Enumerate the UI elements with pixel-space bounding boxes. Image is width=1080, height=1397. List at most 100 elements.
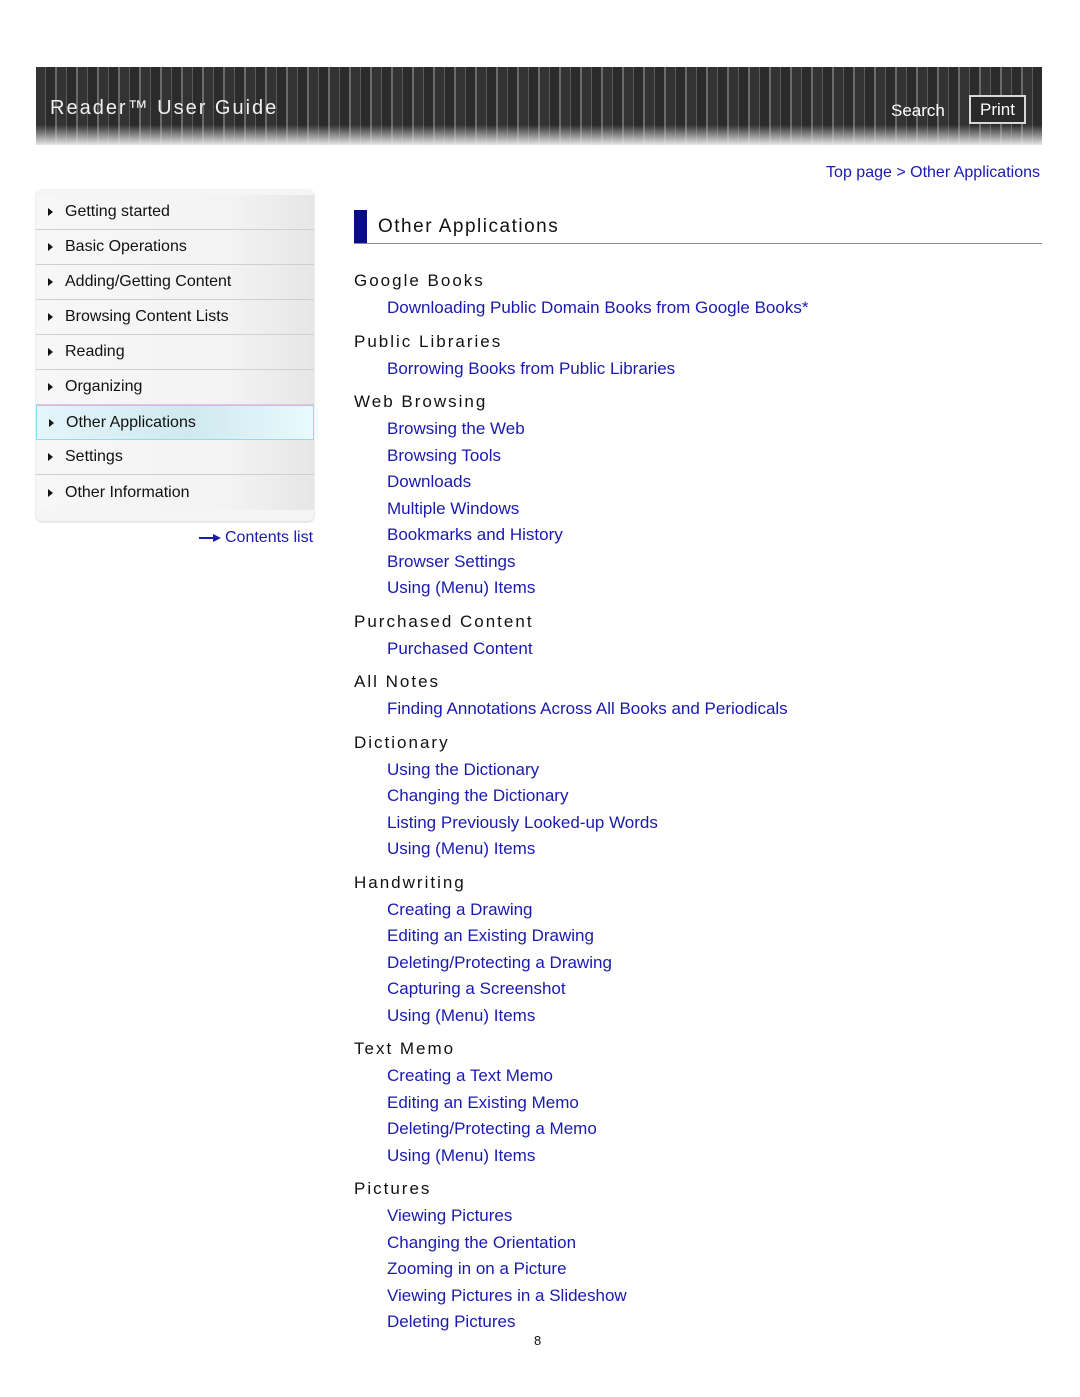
- triangle-right-icon: [48, 243, 53, 251]
- section-purchased-content: Purchased Content Purchased Content: [354, 610, 1042, 663]
- page-number: 8: [534, 1333, 542, 1348]
- triangle-right-icon: [48, 383, 53, 391]
- section-list: Google Books Downloading Public Domain Bo…: [354, 269, 1042, 1336]
- section-links: Borrowing Books from Public Libraries: [387, 356, 1042, 383]
- section-links: Creating a Text Memo Editing an Existing …: [387, 1063, 1042, 1169]
- topic-link[interactable]: Downloads: [387, 469, 1042, 496]
- section-links: Downloading Public Domain Books from Goo…: [387, 295, 1042, 322]
- contents-list-label: Contents list: [225, 529, 314, 546]
- topic-link[interactable]: Using (Menu) Items: [387, 575, 1042, 602]
- topic-link[interactable]: Listing Previously Looked-up Words: [387, 810, 1042, 837]
- section-public-libraries: Public Libraries Borrowing Books from Pub…: [354, 330, 1042, 383]
- sidebar-item-label: Reading: [65, 343, 125, 360]
- section-heading: All Notes: [354, 672, 441, 691]
- section-google-books: Google Books Downloading Public Domain Bo…: [354, 269, 1042, 322]
- sidebar-nav: Getting started Basic Operations Adding/Ge…: [36, 189, 314, 521]
- section-links: Browsing the Web Browsing Tools Downloads M…: [387, 416, 1042, 602]
- sidebar-item-basic-operations[interactable]: Basic Operations: [36, 230, 314, 265]
- main-content: Other Applications Google Books Downloadi…: [354, 210, 1042, 1336]
- topic-link[interactable]: Using the Dictionary: [387, 757, 1042, 784]
- section-heading: Purchased Content: [354, 611, 534, 631]
- triangle-right-icon: [48, 313, 53, 321]
- sidebar-item-label: Organizing: [65, 378, 143, 395]
- section-heading: Dictionary: [354, 732, 450, 752]
- section-links: Viewing Pictures Changing the Orientation…: [387, 1203, 1042, 1336]
- topic-link[interactable]: Deleting/Protecting a Memo: [387, 1116, 1042, 1143]
- sidebar-item-label: Getting started: [65, 203, 170, 220]
- topic-link[interactable]: Deleting/Protecting a Drawing: [387, 950, 1042, 977]
- breadcrumb-current[interactable]: Other Applications: [910, 164, 1040, 181]
- topic-link[interactable]: Changing the Dictionary: [387, 783, 1042, 810]
- sidebar-item-label: Adding/Getting Content: [65, 273, 232, 290]
- sidebar-item-getting-started[interactable]: Getting started: [36, 195, 314, 230]
- topic-link[interactable]: Purchased Content: [387, 636, 1042, 663]
- sidebar-item-label: Settings: [65, 448, 123, 465]
- section-heading: Pictures: [354, 1179, 432, 1198]
- section-all-notes: All Notes Finding Annotations Across All …: [354, 670, 1042, 723]
- topic-link[interactable]: Viewing Pictures: [387, 1203, 1042, 1230]
- sidebar-item-reading[interactable]: Reading: [36, 335, 314, 370]
- triangle-right-icon: [48, 278, 53, 286]
- section-dictionary: Dictionary Using the Dictionary Changing t…: [354, 731, 1042, 863]
- section-heading: Public Libraries: [354, 331, 503, 351]
- topic-link[interactable]: Viewing Pictures in a Slideshow: [387, 1283, 1042, 1310]
- page-title-block: Other Applications: [354, 210, 1042, 244]
- section-links: Creating a Drawing Editing an Existing Dr…: [387, 897, 1042, 1030]
- triangle-right-icon: [49, 418, 54, 427]
- sidebar-item-label: Browsing Content Lists: [65, 308, 229, 325]
- sidebar-item-other-information[interactable]: Other Information: [36, 475, 314, 510]
- header-banner: Reader™ User Guide Search Print: [36, 67, 1042, 145]
- topic-link[interactable]: Downloading Public Domain Books from Goo…: [387, 295, 1042, 322]
- topic-link[interactable]: Using (Menu) Items: [387, 836, 1042, 863]
- triangle-right-icon: [48, 453, 53, 461]
- topic-link[interactable]: Bookmarks and History: [387, 522, 1042, 549]
- sidebar-item-settings[interactable]: Settings: [36, 440, 314, 475]
- topic-link[interactable]: Browser Settings: [387, 549, 1042, 576]
- breadcrumb: Top page > Other Applications: [826, 164, 1040, 182]
- section-links: Using the Dictionary Changing the Diction…: [387, 757, 1042, 863]
- sidebar-item-other-applications[interactable]: Other Applications: [36, 405, 314, 440]
- topic-link[interactable]: Capturing a Screenshot: [387, 976, 1042, 1003]
- section-text-memo: Text Memo Creating a Text Memo Editing an …: [354, 1037, 1042, 1169]
- section-web-browsing: Web Browsing Browsing the Web Browsing Too…: [354, 390, 1042, 602]
- triangle-right-icon: [48, 488, 53, 497]
- section-links: Purchased Content: [387, 636, 1042, 663]
- topic-link[interactable]: Multiple Windows: [387, 496, 1042, 523]
- guide-title: Reader™ User Guide: [50, 97, 279, 119]
- topic-link[interactable]: Deleting Pictures: [387, 1309, 1042, 1336]
- print-button[interactable]: Print: [969, 95, 1026, 124]
- section-heading: Web Browsing: [354, 392, 488, 411]
- topic-link[interactable]: Changing the Orientation: [387, 1230, 1042, 1257]
- arrow-right-icon: [199, 534, 221, 542]
- breadcrumb-top-page[interactable]: Top page: [826, 164, 892, 181]
- section-heading: Text Memo: [354, 1039, 456, 1058]
- triangle-right-icon: [48, 208, 53, 216]
- topic-link[interactable]: Zooming in on a Picture: [387, 1256, 1042, 1283]
- breadcrumb-separator: >: [896, 164, 911, 181]
- page-title: Other Applications: [378, 216, 560, 237]
- sidebar-item-label: Other Information: [65, 483, 190, 501]
- topic-link[interactable]: Finding Annotations Across All Books and…: [387, 696, 1042, 723]
- sidebar-item-label: Other Applications: [66, 413, 196, 431]
- section-pictures: Pictures Viewing Pictures Changing the Ori…: [354, 1177, 1042, 1336]
- triangle-right-icon: [48, 348, 53, 356]
- section-handwriting: Handwriting Creating a Drawing Editing an …: [354, 871, 1042, 1030]
- section-links: Finding Annotations Across All Books and…: [387, 696, 1042, 723]
- topic-link[interactable]: Using (Menu) Items: [387, 1003, 1042, 1030]
- sidebar-item-browsing-content-lists[interactable]: Browsing Content Lists: [36, 300, 314, 335]
- topic-link[interactable]: Using (Menu) Items: [387, 1143, 1042, 1170]
- sidebar-item-adding-getting-content[interactable]: Adding/Getting Content: [36, 265, 314, 300]
- section-heading: Handwriting: [354, 872, 466, 892]
- topic-link[interactable]: Editing an Existing Drawing: [387, 923, 1042, 950]
- topic-link[interactable]: Editing an Existing Memo: [387, 1090, 1042, 1117]
- contents-list-link[interactable]: Contents list: [199, 529, 313, 547]
- sidebar-item-organizing[interactable]: Organizing: [36, 370, 314, 405]
- topic-link[interactable]: Creating a Drawing: [387, 897, 1042, 924]
- topic-link[interactable]: Browsing the Web: [387, 416, 1042, 443]
- topic-link[interactable]: Creating a Text Memo: [387, 1063, 1042, 1090]
- topic-link[interactable]: Borrowing Books from Public Libraries: [387, 356, 1042, 383]
- search-button[interactable]: Search: [891, 101, 945, 121]
- sidebar-item-label: Basic Operations: [65, 238, 187, 255]
- section-heading: Google Books: [354, 271, 485, 290]
- topic-link[interactable]: Browsing Tools: [387, 443, 1042, 470]
